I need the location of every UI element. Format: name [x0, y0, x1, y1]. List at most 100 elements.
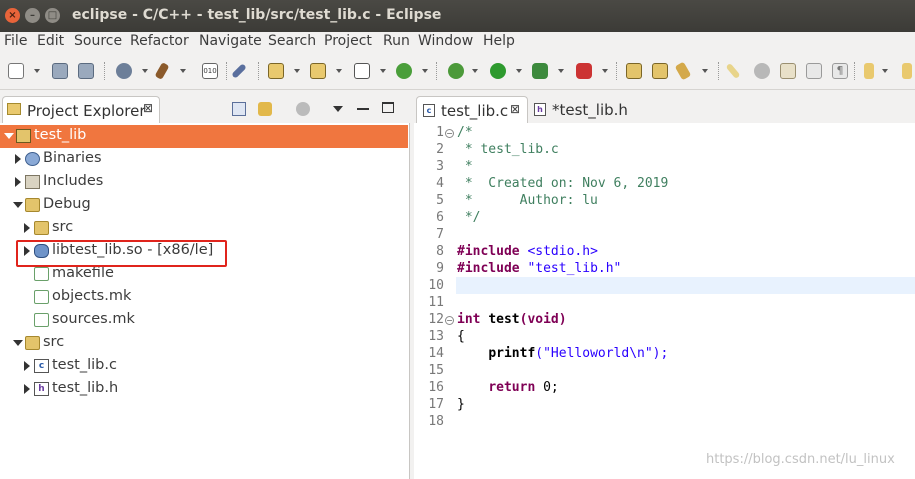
- run-dropdown-arrow-icon[interactable]: [516, 69, 522, 73]
- makefile-icon: [34, 290, 49, 304]
- collapse-all-icon[interactable]: [232, 102, 246, 116]
- tree-item-debug-src[interactable]: src: [0, 217, 408, 240]
- fold-collapse-icon[interactable]: −: [445, 316, 454, 325]
- collapse-arrow-icon[interactable]: [13, 202, 23, 208]
- menu-navigate[interactable]: Navigate: [199, 33, 262, 49]
- view-menu-icon[interactable]: [333, 106, 343, 112]
- code-editor[interactable]: 1 2 3 4 5 6 7 8 9 10 11 12 13 14 15 16 1…: [414, 123, 915, 479]
- menu-file[interactable]: File: [4, 33, 27, 49]
- code-line-comment: * Created on: Nov 6, 2019: [457, 176, 669, 191]
- close-tab-icon[interactable]: ⊠: [510, 102, 520, 116]
- tree-item-debug[interactable]: Debug: [0, 194, 408, 217]
- makefile-icon: [34, 313, 49, 327]
- collapse-arrow-icon[interactable]: [13, 340, 23, 346]
- next-annotation-icon[interactable]: [864, 63, 874, 79]
- minimize-view-icon[interactable]: [357, 108, 369, 110]
- new-source-folder-icon[interactable]: [310, 63, 326, 79]
- new-source-file-icon[interactable]: [354, 63, 370, 79]
- menu-bar: File Edit Source Refactor Navigate Searc…: [0, 32, 915, 52]
- new-icon[interactable]: [8, 63, 24, 79]
- block-selection-icon[interactable]: [780, 63, 796, 79]
- line-number: 5: [436, 193, 444, 208]
- word-wrap-icon[interactable]: [806, 63, 822, 79]
- build-config-dropdown-arrow-icon[interactable]: [142, 69, 148, 73]
- close-window-button[interactable]: ×: [5, 8, 20, 23]
- h-file-icon: h: [534, 103, 546, 116]
- collapse-arrow-icon[interactable]: [4, 133, 14, 139]
- search-torch-icon[interactable]: [674, 61, 692, 81]
- watermark-text: https://blog.csdn.net/lu_linux: [706, 452, 895, 467]
- line-number: 13: [428, 329, 444, 344]
- pilcrow-icon[interactable]: ¶: [832, 63, 848, 79]
- tab-test-lib-c[interactable]: c test_lib.c ⊠: [416, 96, 528, 123]
- source-file-dropdown-arrow-icon[interactable]: [380, 69, 386, 73]
- tree-item-test-lib-c[interactable]: c test_lib.c: [0, 355, 408, 378]
- tree-item-src[interactable]: src: [0, 332, 408, 355]
- annotation-dropdown-arrow-icon[interactable]: [882, 69, 888, 73]
- build-dropdown-arrow-icon[interactable]: [180, 69, 186, 73]
- tab-test-lib-h[interactable]: h *test_lib.h: [528, 96, 644, 123]
- debug-bug-icon[interactable]: [448, 63, 464, 79]
- tree-item-includes[interactable]: Includes: [0, 171, 408, 194]
- external-tools-icon[interactable]: [576, 63, 592, 79]
- binary-010-icon[interactable]: 010: [202, 63, 218, 79]
- expand-arrow-icon[interactable]: [15, 154, 21, 164]
- maximize-window-button[interactable]: □: [45, 8, 60, 23]
- view-menu-filter-icon[interactable]: [296, 102, 310, 116]
- tree-item-test-lib-h[interactable]: h test_lib.h: [0, 378, 408, 401]
- coverage-dropdown-arrow-icon[interactable]: [558, 69, 564, 73]
- source-folder-dropdown-arrow-icon[interactable]: [336, 69, 342, 73]
- line-number: 7: [436, 227, 444, 242]
- expand-arrow-icon[interactable]: [24, 223, 30, 233]
- save-icon[interactable]: [52, 63, 68, 79]
- maximize-view-icon[interactable]: [382, 102, 394, 113]
- fold-collapse-icon[interactable]: −: [445, 129, 454, 138]
- tree-item-binaries[interactable]: Binaries: [0, 148, 408, 171]
- tab-project-explorer[interactable]: Project Explorer ⊠: [2, 96, 160, 123]
- expand-arrow-icon[interactable]: [15, 177, 21, 187]
- minimize-window-button[interactable]: –: [25, 8, 40, 23]
- new-class-icon[interactable]: [396, 63, 412, 79]
- makefile-icon: [34, 267, 49, 281]
- previous-annotation-icon[interactable]: [902, 63, 912, 79]
- menu-refactor[interactable]: Refactor: [130, 33, 189, 49]
- menu-edit[interactable]: Edit: [37, 33, 64, 49]
- save-all-icon[interactable]: [78, 63, 94, 79]
- open-element-icon[interactable]: [652, 63, 668, 79]
- expand-arrow-icon[interactable]: [24, 361, 30, 371]
- tree-label: test_lib.c: [52, 357, 117, 373]
- include-path: <stdio.h>: [527, 244, 598, 259]
- tree-item-sources-mk[interactable]: sources.mk: [0, 309, 408, 332]
- new-dropdown-arrow-icon[interactable]: [34, 69, 40, 73]
- code-line-include-stdio: #include <stdio.h>: [457, 244, 598, 259]
- menu-window[interactable]: Window: [418, 33, 473, 49]
- coverage-icon[interactable]: [532, 63, 548, 79]
- new-project-dropdown-arrow-icon[interactable]: [294, 69, 300, 73]
- menu-source[interactable]: Source: [74, 33, 122, 49]
- link-with-editor-icon[interactable]: [258, 102, 272, 116]
- build-hammer-icon[interactable]: [154, 62, 170, 80]
- menu-help[interactable]: Help: [483, 33, 515, 49]
- external-tools-dropdown-arrow-icon[interactable]: [602, 69, 608, 73]
- menu-project[interactable]: Project: [324, 33, 372, 49]
- new-c-project-icon[interactable]: [268, 63, 284, 79]
- highlight-pen-icon[interactable]: [725, 62, 741, 80]
- menu-run[interactable]: Run: [383, 33, 410, 49]
- search-dropdown-arrow-icon[interactable]: [702, 69, 708, 73]
- project-explorer-icon: [7, 103, 21, 115]
- show-whitespace-icon[interactable]: [754, 63, 770, 79]
- run-icon[interactable]: [490, 63, 506, 79]
- editor-tabs: c test_lib.c ⊠ h *test_lib.h: [414, 95, 915, 123]
- expand-arrow-icon[interactable]: [24, 384, 30, 394]
- type-keyword: int: [457, 312, 481, 327]
- toolbar-separator: [854, 62, 855, 80]
- menu-search[interactable]: Search: [268, 33, 316, 49]
- manage-build-config-icon[interactable]: [116, 63, 132, 79]
- tree-item-objects-mk[interactable]: objects.mk: [0, 286, 408, 309]
- debug-dropdown-arrow-icon[interactable]: [472, 69, 478, 73]
- new-class-dropdown-arrow-icon[interactable]: [422, 69, 428, 73]
- open-type-icon[interactable]: [626, 63, 642, 79]
- close-tab-icon[interactable]: ⊠: [143, 101, 153, 115]
- tree-item-test-lib[interactable]: test_lib: [0, 125, 408, 148]
- toggle-mark-icon[interactable]: [231, 63, 247, 79]
